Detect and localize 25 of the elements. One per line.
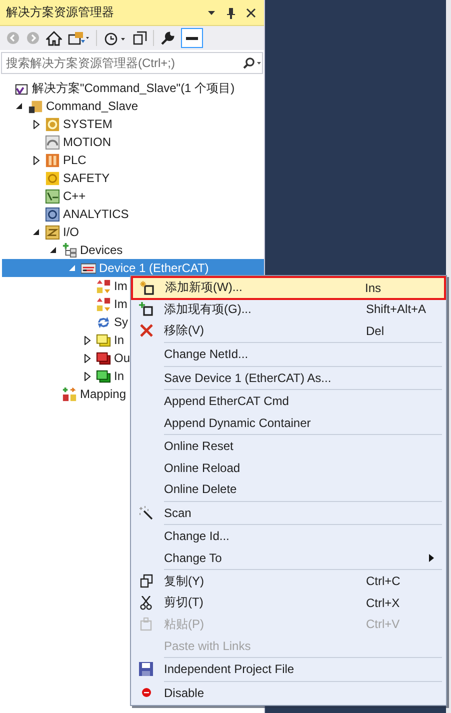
panel-title: 解决方案资源管理器 (6, 4, 115, 21)
shortcut-text: Shift+Alt+A (366, 302, 428, 316)
tree-item-label: C++ (63, 189, 86, 203)
tree-item-label: I/O (63, 225, 80, 239)
shortcut-text: Ctrl+C (366, 574, 402, 588)
tree-item-label: Command_Slave (46, 99, 138, 113)
tree-item-label: Mapping (80, 387, 126, 401)
shortcut-text: Ctrl+V (366, 617, 401, 632)
tree-item-label: Sy (114, 315, 128, 329)
tree-item-label: Im (114, 279, 128, 293)
tree-item-label: Devices (80, 243, 123, 257)
shortcut-text: Del (366, 324, 386, 338)
tree-item-label: 解决方案"Command_Slave"(1 个项目) (32, 80, 235, 96)
tree-item-label: In (114, 333, 124, 347)
tree-item-label: In (114, 369, 124, 383)
shortcut-text: Ctrl+X (366, 596, 401, 610)
tree-item-label: ANALYTICS (63, 207, 129, 221)
tree-item-label: SAFETY (63, 171, 110, 185)
shortcut-text: Ins (365, 280, 382, 295)
tree-item-label: Ou (114, 351, 130, 365)
tree-item-label: Device 1 (EtherCAT) (99, 261, 209, 275)
tree-item-label: MOTION (63, 135, 111, 149)
tree-item-label: Im (114, 297, 128, 311)
tree-item-label: SYSTEM (63, 117, 112, 131)
tree-item-label: PLC (63, 153, 86, 167)
